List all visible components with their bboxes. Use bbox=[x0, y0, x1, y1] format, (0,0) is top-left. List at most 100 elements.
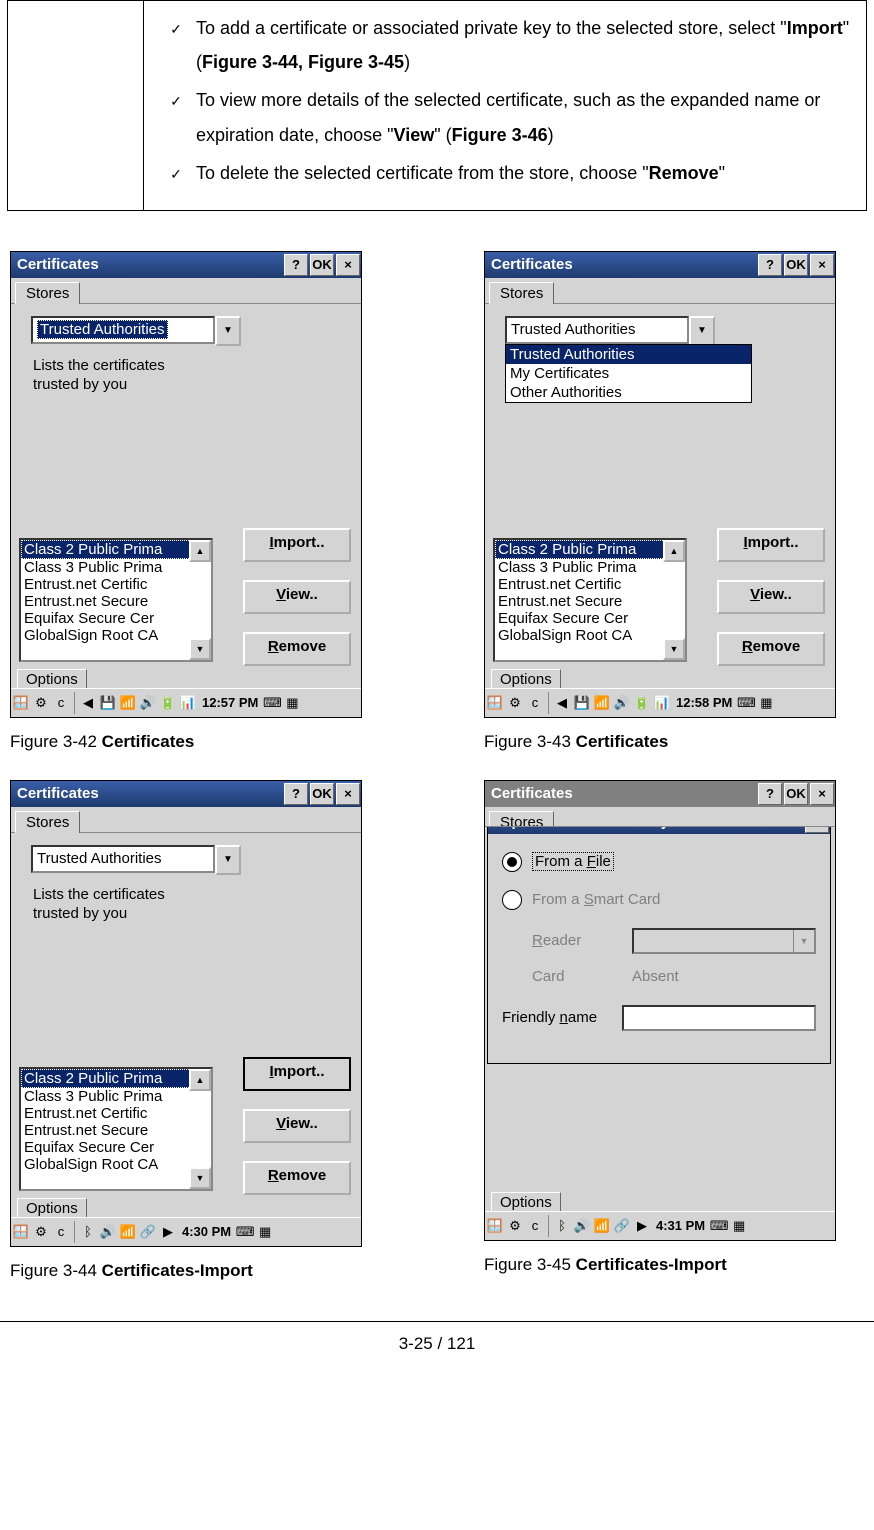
list-item[interactable]: Entrust.net Certific bbox=[21, 1105, 211, 1122]
apps-icon[interactable]: ▦ bbox=[283, 694, 301, 712]
close-button[interactable]: × bbox=[805, 827, 829, 833]
combo-option[interactable]: Other Authorities bbox=[506, 383, 751, 402]
close-button[interactable]: × bbox=[810, 254, 834, 276]
options-tab-cut[interactable]: Options bbox=[491, 1192, 561, 1211]
list-item[interactable]: Equifax Secure Cer bbox=[21, 1139, 211, 1156]
chevron-down-icon[interactable]: ▼ bbox=[215, 845, 241, 875]
import-button[interactable]: Import.. bbox=[243, 1057, 351, 1091]
scroll-down-icon[interactable]: ▼ bbox=[189, 638, 211, 660]
store-combo[interactable]: Trusted Authorities ▼ bbox=[31, 845, 241, 875]
arrow-icon[interactable]: ▶ bbox=[159, 1223, 177, 1241]
tab-stores[interactable]: Stores bbox=[489, 811, 554, 827]
radio-icon[interactable] bbox=[502, 852, 522, 872]
scroll-up-icon[interactable]: ▲ bbox=[663, 540, 685, 562]
combo-option[interactable]: Trusted Authorities bbox=[506, 345, 751, 364]
list-item[interactable]: Class 3 Public Prima bbox=[495, 559, 685, 576]
keyboard-icon[interactable]: ⌨ bbox=[710, 1217, 728, 1235]
refresh-icon[interactable]: c bbox=[52, 694, 70, 712]
chevron-down-icon[interactable]: ▼ bbox=[215, 316, 241, 346]
combo-dropdown[interactable]: Trusted Authorities My Certificates Othe… bbox=[505, 344, 752, 403]
list-item[interactable]: Entrust.net Certific bbox=[495, 576, 685, 593]
radio-from-file[interactable]: From a File bbox=[502, 852, 816, 872]
view-button[interactable]: View.. bbox=[717, 580, 825, 614]
disk-icon[interactable]: 💾 bbox=[573, 694, 591, 712]
cert-list[interactable]: Class 2 Public Prima Class 3 Public Prim… bbox=[19, 1067, 213, 1191]
list-item[interactable]: Class 3 Public Prima bbox=[21, 559, 211, 576]
volume-icon[interactable]: 🔊 bbox=[139, 694, 157, 712]
gear-icon[interactable]: ⚙ bbox=[32, 1223, 50, 1241]
gear-icon[interactable]: ⚙ bbox=[506, 1217, 524, 1235]
list-item[interactable]: Class 2 Public Prima bbox=[21, 540, 211, 559]
tab-stores[interactable]: Stores bbox=[15, 811, 80, 833]
list-item[interactable]: GlobalSign Root CA bbox=[21, 627, 211, 644]
store-combo[interactable]: Trusted Authorities ▼ bbox=[31, 316, 241, 346]
refresh-icon[interactable]: c bbox=[526, 1217, 544, 1235]
network-icon[interactable]: 📶 bbox=[119, 694, 137, 712]
keyboard-icon[interactable]: ⌨ bbox=[236, 1223, 254, 1241]
options-tab-cut[interactable]: Options bbox=[17, 1198, 87, 1217]
help-button[interactable]: ? bbox=[284, 783, 308, 805]
list-item[interactable]: Class 2 Public Prima bbox=[495, 540, 685, 559]
tray-icon[interactable]: ◀ bbox=[553, 694, 571, 712]
scroll-down-icon[interactable]: ▼ bbox=[663, 638, 685, 660]
radio-from-card[interactable]: From a Smart Card bbox=[502, 890, 816, 910]
volume-icon[interactable]: 🔊 bbox=[99, 1223, 117, 1241]
apps-icon[interactable]: ▦ bbox=[757, 694, 775, 712]
help-button[interactable]: ? bbox=[758, 783, 782, 805]
signal-icon[interactable]: 📊 bbox=[653, 694, 671, 712]
help-button[interactable]: ? bbox=[758, 254, 782, 276]
ok-button[interactable]: OK bbox=[310, 254, 334, 276]
import-button[interactable]: Import.. bbox=[243, 528, 351, 562]
ok-button[interactable]: OK bbox=[310, 783, 334, 805]
start-icon[interactable]: 🪟 bbox=[12, 1223, 30, 1241]
start-icon[interactable]: 🪟 bbox=[486, 694, 504, 712]
disk-icon[interactable]: 💾 bbox=[99, 694, 117, 712]
volume-icon[interactable]: 🔊 bbox=[613, 694, 631, 712]
list-item[interactable]: Entrust.net Certific bbox=[21, 576, 211, 593]
apps-icon[interactable]: ▦ bbox=[256, 1223, 274, 1241]
close-button[interactable]: × bbox=[810, 783, 834, 805]
start-icon[interactable]: 🪟 bbox=[12, 694, 30, 712]
list-item[interactable]: Entrust.net Secure bbox=[21, 1122, 211, 1139]
gear-icon[interactable]: ⚙ bbox=[506, 694, 524, 712]
ok-button[interactable]: OK bbox=[784, 254, 808, 276]
radio-icon[interactable] bbox=[502, 890, 522, 910]
close-button[interactable]: × bbox=[336, 783, 360, 805]
network-icon[interactable]: 📶 bbox=[119, 1223, 137, 1241]
arrow-icon[interactable]: ▶ bbox=[633, 1217, 651, 1235]
scroll-down-icon[interactable]: ▼ bbox=[189, 1167, 211, 1189]
battery-icon[interactable]: 🔋 bbox=[633, 694, 651, 712]
remove-button[interactable]: Remove bbox=[243, 632, 351, 666]
close-button[interactable]: × bbox=[336, 254, 360, 276]
list-item[interactable]: Equifax Secure Cer bbox=[21, 610, 211, 627]
signal-icon[interactable]: 📊 bbox=[179, 694, 197, 712]
store-combo[interactable]: Trusted Authorities ▼ bbox=[505, 316, 715, 346]
bluetooth-icon[interactable]: ᛒ bbox=[553, 1217, 571, 1235]
list-item[interactable]: Equifax Secure Cer bbox=[495, 610, 685, 627]
list-item[interactable]: GlobalSign Root CA bbox=[495, 627, 685, 644]
keyboard-icon[interactable]: ⌨ bbox=[737, 694, 755, 712]
chevron-down-icon[interactable]: ▼ bbox=[689, 316, 715, 346]
bluetooth-icon[interactable]: ᛒ bbox=[79, 1223, 97, 1241]
import-button[interactable]: Import.. bbox=[717, 528, 825, 562]
list-item[interactable]: Entrust.net Secure bbox=[21, 593, 211, 610]
battery-icon[interactable]: 🔋 bbox=[159, 694, 177, 712]
refresh-icon[interactable]: c bbox=[52, 1223, 70, 1241]
options-tab-cut[interactable]: Options bbox=[491, 669, 561, 688]
start-icon[interactable]: 🪟 bbox=[486, 1217, 504, 1235]
cert-list[interactable]: Class 2 Public Prima Class 3 Public Prim… bbox=[493, 538, 687, 662]
options-tab-cut[interactable]: Options bbox=[17, 669, 87, 688]
scroll-up-icon[interactable]: ▲ bbox=[189, 540, 211, 562]
combo-option[interactable]: My Certificates bbox=[506, 364, 751, 383]
gear-icon[interactable]: ⚙ bbox=[32, 694, 50, 712]
network-icon[interactable]: 📶 bbox=[593, 1217, 611, 1235]
volume-icon[interactable]: 🔊 bbox=[573, 1217, 591, 1235]
list-item[interactable]: GlobalSign Root CA bbox=[21, 1156, 211, 1173]
scroll-up-icon[interactable]: ▲ bbox=[189, 1069, 211, 1091]
connection-icon[interactable]: 🔗 bbox=[613, 1217, 631, 1235]
cert-list[interactable]: Class 2 Public Prima Class 3 Public Prim… bbox=[19, 538, 213, 662]
friendly-name-input[interactable] bbox=[622, 1005, 816, 1031]
list-item[interactable]: Class 2 Public Prima bbox=[21, 1069, 211, 1088]
tray-icon[interactable]: ◀ bbox=[79, 694, 97, 712]
tab-stores[interactable]: Stores bbox=[489, 282, 554, 304]
